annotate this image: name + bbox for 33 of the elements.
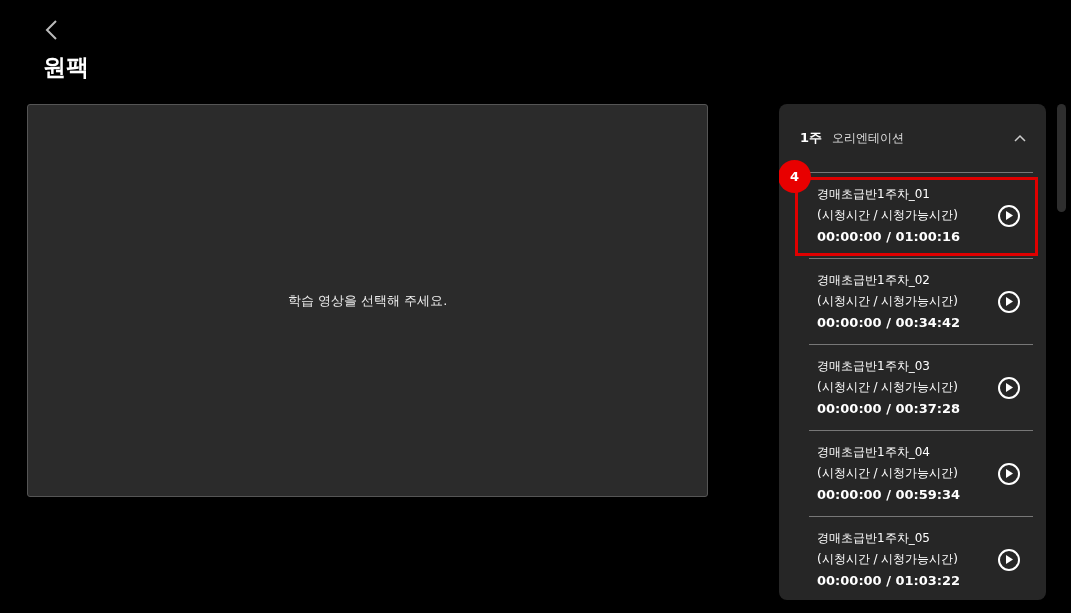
watch-time-caption: (시청시간 / 시청가능시간) [817, 465, 959, 482]
video-title: 경매초급반1주차_03 [817, 358, 930, 375]
scrollbar-thumb[interactable] [1057, 104, 1066, 212]
video-title: 경매초급반1주차_01 [817, 186, 930, 203]
watch-time: 00:00:00 / 00:34:42 [817, 314, 961, 332]
watch-time-caption: (시청시간 / 시청가능시간) [817, 293, 959, 310]
play-icon [1005, 211, 1013, 220]
play-icon [1005, 469, 1013, 478]
play-button[interactable] [998, 462, 1020, 485]
play-icon [1005, 297, 1013, 306]
watch-time-caption: (시청시간 / 시청가능시간) [817, 551, 959, 568]
watch-time-caption: (시청시간 / 시청가능시간) [817, 207, 959, 224]
play-button[interactable] [998, 290, 1020, 313]
video-title: 경매초급반1주차_05 [817, 530, 930, 547]
back-icon [44, 19, 58, 41]
chevron-up-icon [1014, 134, 1026, 142]
player-message: 학습 영상을 선택해 주세요. [287, 291, 448, 310]
play-icon [1005, 383, 1013, 392]
play-button[interactable] [998, 548, 1020, 571]
watch-time: 00:00:00 / 00:37:28 [817, 400, 961, 418]
play-button[interactable] [998, 376, 1020, 399]
step-badge: 4 [779, 160, 811, 193]
section-title: 오리엔테이션 [832, 130, 905, 147]
video-title: 경매초급반1주차_04 [817, 444, 930, 461]
week-label: 1주 [800, 129, 823, 148]
watch-time: 00:00:00 / 00:59:34 [817, 486, 961, 504]
watch-time: 00:00:00 / 01:03:22 [817, 572, 961, 590]
watch-time-caption: (시청시간 / 시청가능시간) [817, 379, 959, 396]
video-title: 경매초급반1주차_02 [817, 272, 930, 289]
play-button[interactable] [998, 204, 1020, 227]
play-icon [1005, 555, 1013, 564]
watch-time: 00:00:00 / 01:00:16 [817, 228, 961, 246]
page-title: 원팩 [43, 53, 89, 82]
